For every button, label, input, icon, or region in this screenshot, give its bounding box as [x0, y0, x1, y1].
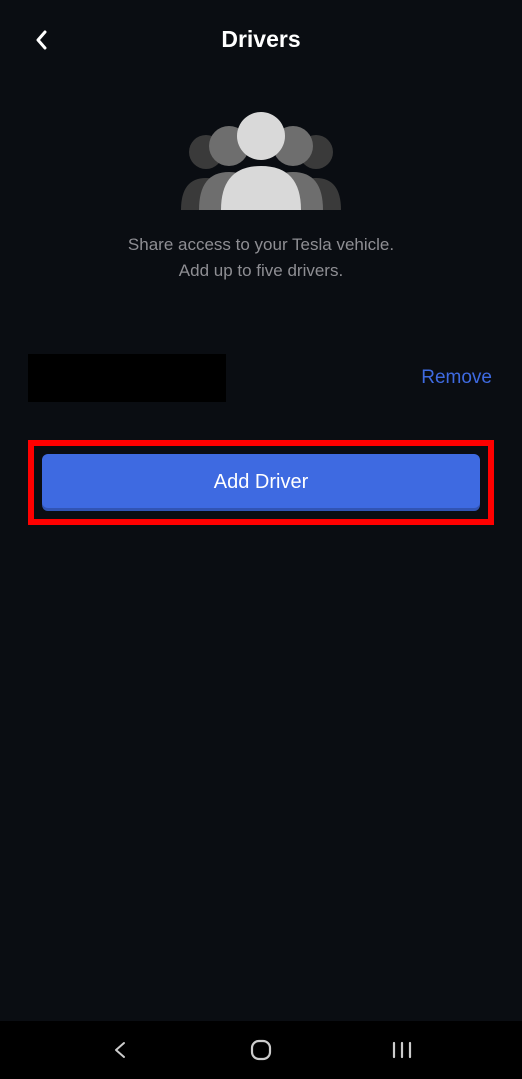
chevron-left-icon [34, 30, 50, 50]
nav-back-button[interactable] [104, 1034, 136, 1066]
header: Drivers [0, 0, 522, 60]
driver-row: Remove [0, 336, 522, 420]
driver-name-redacted [28, 354, 226, 402]
divider [0, 323, 522, 324]
back-button[interactable] [30, 28, 54, 52]
add-driver-button[interactable]: Add Driver [42, 454, 480, 511]
nav-back-icon [110, 1040, 130, 1060]
hero-section: Share access to your Tesla vehicle. Add … [0, 110, 522, 283]
nav-recents-icon [391, 1041, 413, 1059]
nav-home-icon [249, 1038, 273, 1062]
info-line-2: Add up to five drivers. [128, 258, 394, 284]
add-driver-highlight: Add Driver [28, 440, 494, 525]
page-title: Drivers [221, 26, 300, 53]
remove-button[interactable]: Remove [421, 367, 492, 389]
nav-recents-button[interactable] [386, 1034, 418, 1066]
drivers-group-icon [161, 110, 361, 210]
info-line-1: Share access to your Tesla vehicle. [128, 232, 394, 258]
info-text: Share access to your Tesla vehicle. Add … [128, 232, 394, 283]
system-nav-bar [0, 1021, 522, 1079]
nav-home-button[interactable] [245, 1034, 277, 1066]
